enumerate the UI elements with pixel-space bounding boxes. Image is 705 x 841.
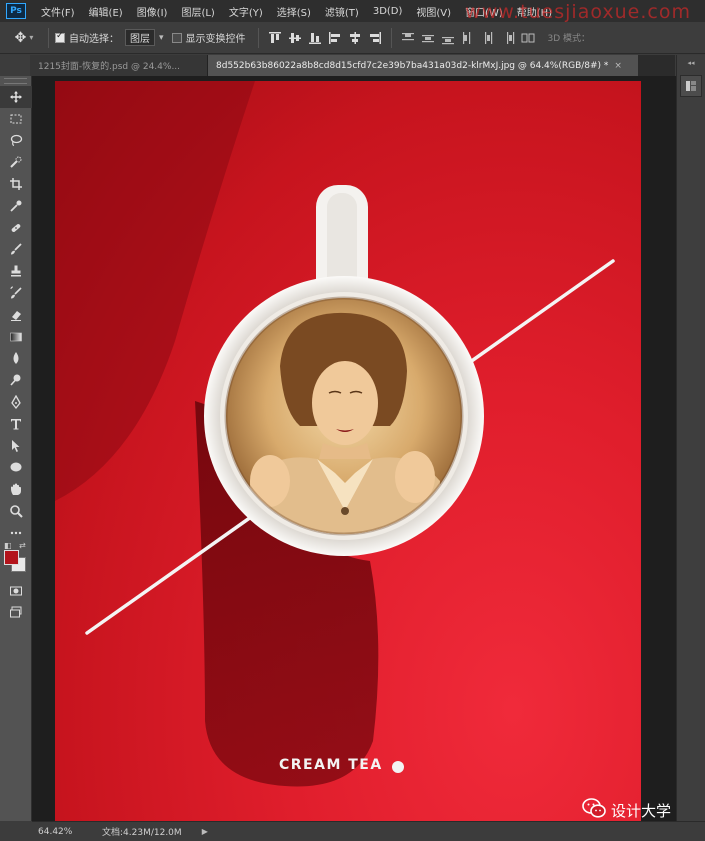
distribute-top-icon[interactable]: [400, 30, 416, 46]
align-left-icon[interactable]: [327, 30, 343, 46]
divider: [390, 27, 392, 48]
auto-align-icon[interactable]: [520, 30, 536, 46]
align-bottom-icon[interactable]: [307, 30, 323, 46]
wechat-badge: 设计大学: [582, 797, 671, 823]
default-colors-icon[interactable]: ◧: [4, 541, 12, 550]
quick-mask-icon[interactable]: [0, 580, 32, 602]
document-tab-bar: 1215封面-恢复的.psd @ 24.4%... 8d552b63b86022…: [30, 55, 675, 76]
menu-3d[interactable]: 3D(D): [366, 6, 410, 17]
path-select-icon[interactable]: [0, 435, 32, 457]
3d-mode-label: 3D 模式：: [547, 34, 591, 44]
divider: [257, 27, 259, 48]
menu-type[interactable]: 文字(Y): [222, 4, 270, 19]
photoshop-logo-icon: Ps: [6, 3, 26, 19]
quick-select-icon[interactable]: [0, 151, 32, 173]
auto-select-checkbox[interactable]: [55, 31, 65, 43]
status-bar: 64.42% 文档:4.23M/12.0M ▶: [32, 821, 705, 841]
blur-icon[interactable]: [0, 348, 32, 370]
eyedropper-icon[interactable]: [0, 195, 32, 217]
canvas-artwork: [55, 81, 615, 787]
auto-select-label: 自动选择：: [69, 34, 119, 45]
align-vcenter-icon[interactable]: [287, 30, 303, 46]
distribute-vcenter-icon[interactable]: [420, 30, 436, 46]
gradient-icon[interactable]: [0, 326, 32, 348]
move-icon[interactable]: [0, 86, 32, 108]
close-icon[interactable]: ×: [614, 61, 622, 71]
tab-label: 8d552b63b86022a8b8cd8d15cfd7c2e39b7ba431…: [216, 60, 609, 71]
menu-file[interactable]: 文件(F): [34, 4, 82, 19]
eraser-icon[interactable]: [0, 304, 32, 326]
foreground-color-swatch[interactable]: [4, 549, 19, 565]
auto-select-target-select[interactable]: 图层: [125, 29, 155, 46]
right-panel-strip: ◂◂: [676, 55, 705, 821]
divider: [48, 27, 49, 48]
hand-icon[interactable]: [0, 478, 32, 500]
document-size: 文档:4.23M/12.0M: [102, 828, 182, 838]
menu-image[interactable]: 图像(I): [130, 4, 175, 19]
menu-layer[interactable]: 图层(L): [174, 4, 221, 19]
options-bar: ✥▾ 自动选择： 图层 ▾ 显示变换控件 3D 模式：: [0, 22, 705, 54]
swap-colors-icon[interactable]: ⇄: [19, 541, 26, 550]
expand-panels-icon[interactable]: ◂◂: [677, 59, 705, 67]
tools-panel: ◧ ⇄: [0, 76, 32, 821]
lasso-icon[interactable]: [0, 130, 32, 152]
color-swatches: ◧ ⇄: [0, 541, 32, 580]
distribute-hcenter-icon[interactable]: [480, 30, 496, 46]
wechat-account-name: 设计大学: [611, 801, 672, 820]
align-top-icon[interactable]: [267, 30, 283, 46]
marquee-icon[interactable]: [0, 108, 32, 130]
align-right-icon[interactable]: [367, 30, 383, 46]
menu-view[interactable]: 视图(V): [409, 4, 458, 19]
show-transform-label: 显示变换控件: [185, 34, 246, 45]
distribute-left-icon[interactable]: [460, 30, 476, 46]
distribute-right-icon[interactable]: [500, 30, 516, 46]
zoom-level[interactable]: 64.42%: [38, 827, 90, 837]
image-canvas[interactable]: CREAM TEA: [55, 81, 641, 821]
stamp-icon[interactable]: [0, 260, 32, 282]
align-hcenter-icon[interactable]: [347, 30, 363, 46]
crop-icon[interactable]: [0, 173, 32, 195]
brush-icon[interactable]: [0, 239, 32, 261]
menu-filter[interactable]: 滤镜(T): [318, 4, 366, 19]
tab-label: 1215封面-恢复的.psd @ 24.4%...: [38, 62, 181, 72]
panel-grip[interactable]: [4, 78, 27, 84]
wechat-icon: [582, 797, 606, 823]
show-transform-checkbox[interactable]: [171, 32, 182, 43]
screen-mode-icon[interactable]: [0, 602, 32, 624]
tab-document-2[interactable]: 8d552b63b86022a8b8cd8d15cfd7c2e39b7ba431…: [208, 55, 638, 76]
type-icon[interactable]: [0, 413, 32, 435]
menu-edit[interactable]: 编辑(E): [82, 4, 130, 19]
tab-document-1[interactable]: 1215封面-恢复的.psd @ 24.4%...: [30, 55, 208, 76]
distribute-bottom-icon[interactable]: [440, 30, 456, 46]
healing-icon[interactable]: [0, 217, 32, 239]
menu-bar: Ps 文件(F) 编辑(E) 图像(I) 图层(L) 文字(Y) 选择(S) 滤…: [0, 0, 705, 23]
chevron-down-icon[interactable]: ▾: [159, 33, 164, 43]
canvas-caption: CREAM TEA: [279, 757, 383, 773]
dodge-icon[interactable]: [0, 369, 32, 391]
site-watermark: www.tuesjiaoxue.com: [465, 1, 691, 23]
menu-select[interactable]: 选择(S): [270, 4, 318, 19]
status-menu-icon[interactable]: ▶: [202, 827, 208, 836]
panel-toggle-icon[interactable]: [680, 75, 702, 97]
pen-icon[interactable]: [0, 391, 32, 413]
zoom-icon[interactable]: [0, 500, 32, 522]
history-brush-icon[interactable]: [0, 282, 32, 304]
ellipse-icon[interactable]: [0, 457, 32, 479]
move-tool-preset-icon[interactable]: ✥ ▾: [6, 26, 42, 50]
